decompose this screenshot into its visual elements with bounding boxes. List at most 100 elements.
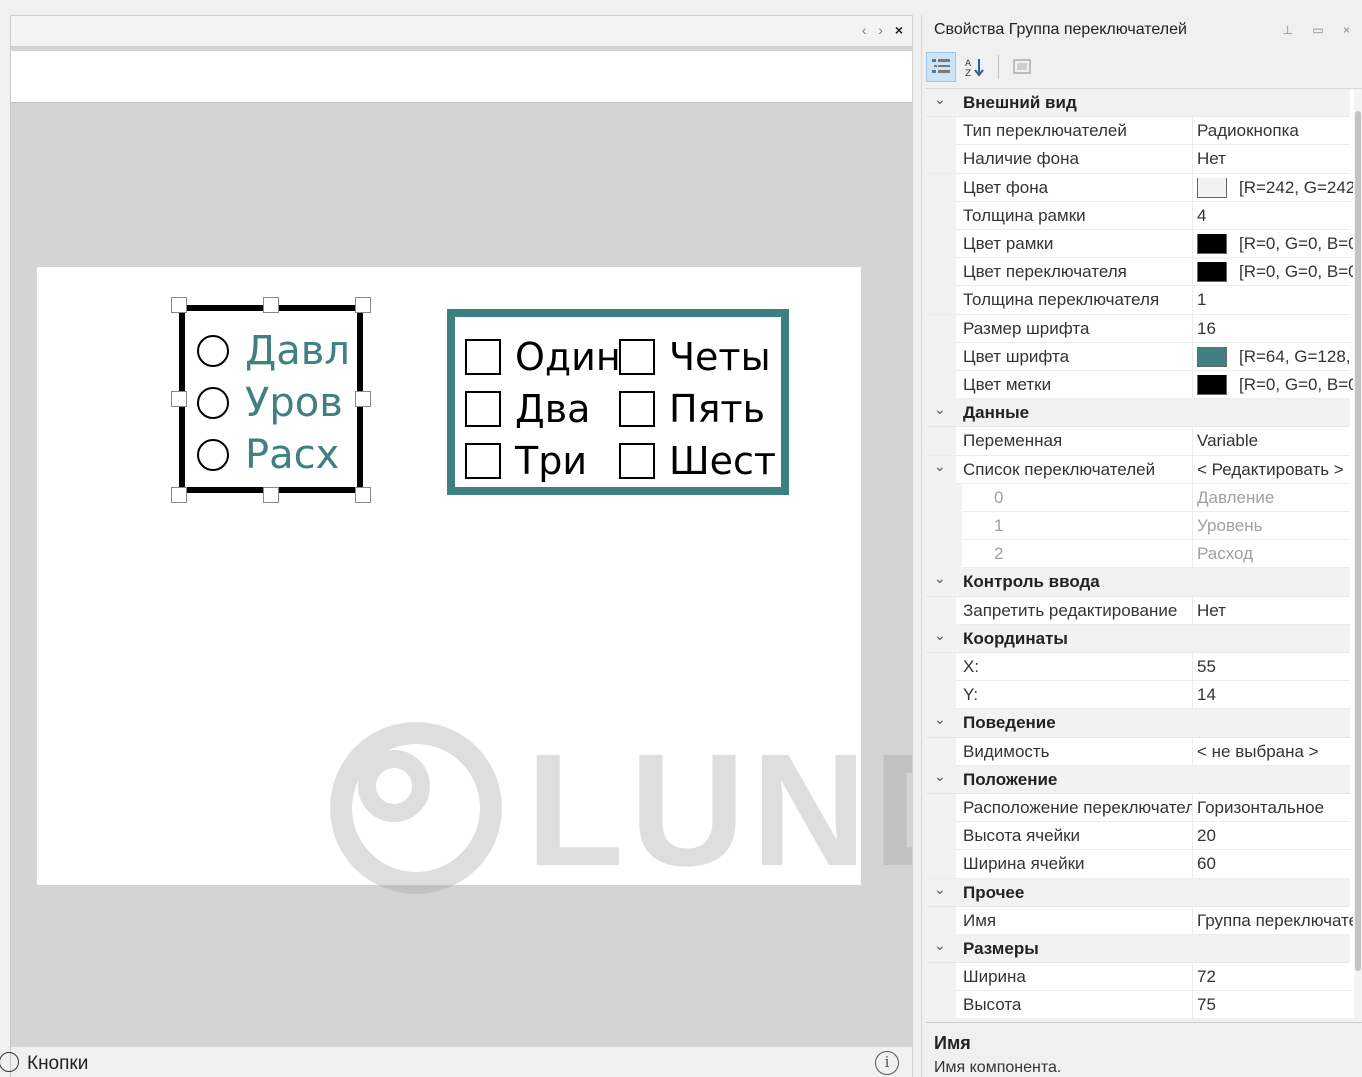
chevron-down-icon[interactable]: ⌄ [934, 768, 946, 785]
property-pages-button[interactable] [1007, 52, 1037, 82]
property-value[interactable]: Нет [1197, 601, 1353, 621]
property-row[interactable]: Цвет рамки [R=0, G=0, B=0] [926, 230, 1353, 259]
checkbox-item[interactable]: Два [465, 387, 590, 431]
chevron-down-icon[interactable]: ⌄ [934, 627, 946, 644]
property-value[interactable]: 60 [1197, 854, 1353, 874]
property-row[interactable]: X: 55 [926, 653, 1353, 682]
canvas-area[interactable]: Давл Уров Расх Один Четы Два Пять Три Ше… [11, 103, 913, 1047]
property-value[interactable]: 1 [1197, 290, 1353, 310]
close-document-icon[interactable]: × [895, 22, 907, 38]
radio-circle-icon[interactable] [197, 439, 229, 471]
checkbox-square-icon[interactable] [465, 339, 501, 375]
property-value[interactable]: 14 [1197, 685, 1353, 705]
resize-handle-right[interactable] [355, 391, 371, 407]
property-row[interactable]: Цвет фона[R=242, G=242, B=242] [926, 173, 1353, 202]
resize-handle-bottom-left[interactable] [171, 487, 187, 503]
property-row[interactable]: Цвет шрифта[R=64, G=128, B=128] [926, 342, 1353, 371]
property-value[interactable]: 75 [1197, 995, 1353, 1015]
property-grid-scrollbar[interactable] [1354, 89, 1362, 1018]
property-value[interactable]: 16 [1197, 319, 1353, 339]
checkbox-square-icon[interactable] [465, 391, 501, 427]
property-row[interactable]: ИмяГруппа переключателей [926, 906, 1353, 935]
design-canvas[interactable]: Давл Уров Расх Один Четы Два Пять Три Ше… [37, 267, 861, 885]
property-value[interactable]: [R=64, G=128, B=128] [1197, 346, 1353, 367]
list-item-row[interactable]: 1 Уровень [926, 512, 1350, 541]
category-coordinates[interactable]: ⌄ Координаты [926, 624, 1350, 653]
property-row[interactable]: Высота 75 [926, 991, 1350, 1018]
checkbox-square-icon[interactable] [619, 443, 655, 479]
list-item-row[interactable]: 0 Давление [926, 483, 1350, 512]
category-data[interactable]: ⌄ Данные [926, 399, 1350, 428]
property-row[interactable]: Цвет переключателя [R=0, G=0, B=0] [926, 258, 1353, 287]
property-row[interactable]: Расположение переключателей Горизонтально… [926, 794, 1353, 823]
property-value[interactable]: 55 [1197, 657, 1353, 677]
category-other[interactable]: ⌄ Прочее [926, 878, 1350, 907]
category-input-control[interactable]: ⌄ Контроль ввода [926, 568, 1350, 597]
category-behavior[interactable]: ⌄ Поведение [926, 709, 1350, 738]
property-row[interactable]: Толщина переключателя 1 [926, 286, 1353, 315]
resize-handle-left[interactable] [171, 391, 187, 407]
category-sizes[interactable]: ⌄ Размеры [926, 935, 1350, 964]
category-appearance[interactable]: ⌄ Внешний вид [926, 89, 1350, 118]
radio-circle-icon[interactable] [197, 387, 229, 419]
categorized-view-button[interactable] [926, 52, 956, 82]
checkbox-item[interactable]: Четы [619, 335, 771, 379]
property-row[interactable]: Переменная Variable [926, 427, 1353, 456]
property-value[interactable]: < не выбрана > [1197, 742, 1353, 762]
property-row[interactable]: Наличие фона Нет [926, 145, 1353, 174]
property-row[interactable]: Y: 14 [926, 681, 1353, 710]
property-row[interactable]: Ширина 72 [926, 963, 1353, 992]
checkbox-item[interactable]: Шест [619, 439, 776, 483]
property-value[interactable]: 72 [1197, 967, 1353, 987]
property-value[interactable]: 20 [1197, 826, 1353, 846]
panel-title-controls[interactable]: ⊥ ▭ × [1283, 23, 1358, 37]
chevron-down-icon[interactable]: ⌄ [934, 401, 946, 418]
property-value[interactable]: Горизонтальное [1197, 798, 1353, 818]
radio-item[interactable]: Уров [197, 380, 343, 426]
property-value[interactable]: [R=0, G=0, B=0] [1197, 234, 1353, 255]
chevron-down-icon[interactable]: ⌄ [934, 458, 946, 475]
resize-handle-bottom[interactable] [263, 487, 279, 503]
checkbox-item[interactable]: Один [465, 335, 621, 379]
info-icon[interactable]: i [875, 1051, 899, 1075]
category-position[interactable]: ⌄ Положение [926, 765, 1350, 794]
property-row[interactable]: Ширина ячейки 60 [926, 850, 1353, 879]
radio-circle-icon[interactable] [197, 335, 229, 367]
property-row[interactable]: Видимость < не выбрана > [926, 737, 1353, 766]
resize-handle-top-right[interactable] [355, 297, 371, 313]
property-row[interactable]: Запретить редактирование Нет [926, 596, 1353, 625]
property-row-expandable[interactable]: ⌄ Список переключателей < Редактировать > [926, 455, 1350, 484]
resize-handle-bottom-right[interactable] [355, 487, 371, 503]
property-value[interactable]: [R=242, G=242, B=242] [1197, 177, 1353, 198]
resize-handle-top-left[interactable] [171, 297, 187, 313]
alphabetical-sort-button[interactable]: A Z [960, 52, 990, 82]
pane-splitter[interactable] [912, 15, 922, 1077]
radio-button-group[interactable]: Давл Уров Расх [179, 305, 363, 493]
radio-item[interactable]: Давл [197, 328, 350, 374]
chevron-down-icon[interactable]: ⌄ [934, 91, 946, 108]
property-row[interactable]: Тип переключателей Радиокнопка [926, 117, 1353, 146]
checkbox-group[interactable]: Один Четы Два Пять Три Шест [447, 309, 789, 495]
property-value[interactable]: Группа переключателей [1197, 911, 1353, 931]
radio-item[interactable]: Расх [197, 432, 339, 478]
chevron-down-icon[interactable]: ⌄ [934, 937, 946, 954]
property-row[interactable]: Размер шрифта 16 [926, 314, 1353, 343]
chevron-down-icon[interactable]: ⌄ [934, 570, 946, 587]
property-value[interactable]: 4 [1197, 206, 1353, 226]
checkbox-square-icon[interactable] [619, 391, 655, 427]
property-row[interactable]: Толщина рамки 4 [926, 201, 1353, 230]
checkbox-item[interactable]: Пять [619, 387, 765, 431]
property-row[interactable]: Высота ячейки 20 [926, 822, 1353, 851]
checkbox-square-icon[interactable] [619, 339, 655, 375]
resize-handle-top[interactable] [263, 297, 279, 313]
property-value[interactable]: [R=0, G=0, B=0] [1197, 375, 1353, 396]
property-value[interactable]: Нет [1197, 149, 1353, 169]
nav-arrows-icon[interactable]: ‹ › [862, 22, 887, 38]
scrollbar-thumb[interactable] [1355, 111, 1361, 971]
property-value[interactable]: Радиокнопка [1197, 121, 1353, 141]
checkbox-square-icon[interactable] [465, 443, 501, 479]
property-value[interactable]: Variable [1197, 431, 1353, 451]
chevron-down-icon[interactable]: ⌄ [934, 711, 946, 728]
chevron-down-icon[interactable]: ⌄ [934, 881, 946, 898]
checkbox-item[interactable]: Три [465, 439, 587, 483]
